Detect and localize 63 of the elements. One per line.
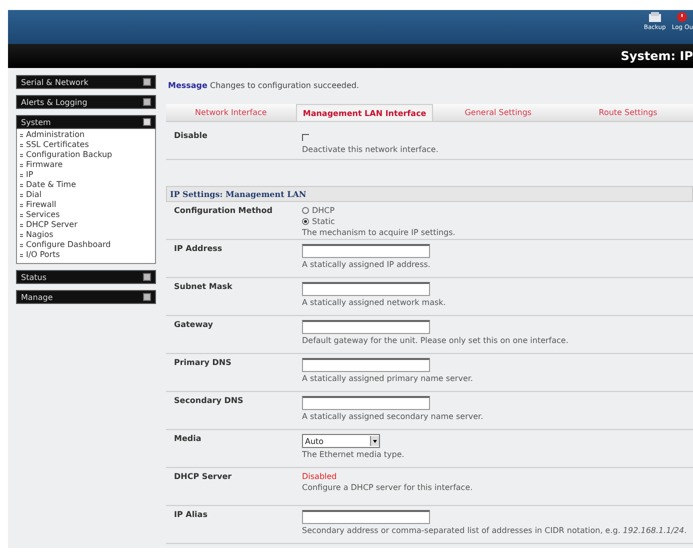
- sidebar-item[interactable]: Administration: [20, 130, 152, 140]
- sidebar-item[interactable]: Configure Dashboard: [20, 240, 152, 250]
- help-text: A statically assigned primary name server.: [302, 374, 473, 383]
- help-text: A statically assigned IP address.: [302, 260, 430, 269]
- help-text: Default gateway for the unit. Please only set this on one interface.: [302, 336, 568, 345]
- tab[interactable]: Network Interface: [166, 104, 296, 121]
- field-label: Subnet Mask: [173, 282, 234, 293]
- sidebar-item[interactable]: Dial: [20, 190, 152, 200]
- checkbox[interactable]: [302, 134, 309, 141]
- help-text: A statically assigned secondary name server.: [302, 412, 484, 421]
- input-field[interactable]: [302, 510, 430, 524]
- sidebar-section-header[interactable]: Serial & Network: [16, 75, 156, 89]
- status-text: Disabled: [302, 472, 337, 481]
- help-text: Configure a DHCP server for this interface.: [302, 483, 473, 492]
- field-label: Primary DNS: [173, 358, 232, 369]
- help-text: A statically assigned network mask.: [302, 298, 446, 307]
- sidebar-item[interactable]: Firmware: [20, 160, 152, 170]
- tab[interactable]: Route Settings: [563, 104, 693, 121]
- input-field[interactable]: [302, 396, 430, 410]
- field-label: Secondary DNS: [173, 396, 244, 407]
- expand-icon[interactable]: [143, 98, 151, 106]
- sidebar-section-header[interactable]: Status: [16, 270, 156, 284]
- expand-icon[interactable]: [143, 273, 151, 281]
- media-dropdown[interactable]: Auto: [302, 434, 380, 448]
- sidebar-item[interactable]: IP: [20, 170, 152, 180]
- input-field[interactable]: [302, 244, 430, 258]
- radio-option[interactable]: Static: [302, 217, 335, 226]
- sidebar-section-header[interactable]: Manage: [16, 290, 156, 304]
- sidebar-item[interactable]: Firewall: [20, 200, 152, 210]
- sidebar-item[interactable]: Nagios: [20, 230, 152, 240]
- power-icon: [675, 12, 690, 22]
- field-label: Gateway: [173, 320, 214, 331]
- help-text: Deactivate this network interface.: [302, 145, 438, 154]
- status-message: Message Changes to configuration succeeded.: [167, 80, 360, 92]
- radio-option[interactable]: DHCP: [302, 206, 335, 215]
- field-label: IP Address: [173, 244, 224, 255]
- help-text: The Ethernet media type.: [302, 450, 404, 459]
- expand-icon[interactable]: [143, 293, 151, 301]
- sidebar-section-header[interactable]: Alerts & Logging: [16, 95, 156, 109]
- field-label: Configuration Method: [173, 206, 274, 217]
- drive-icon: [648, 12, 662, 22]
- tab[interactable]: Management LAN Interface: [296, 104, 434, 121]
- input-field[interactable]: [302, 282, 430, 296]
- input-field[interactable]: [302, 320, 430, 334]
- sidebar-item[interactable]: Configuration Backup: [20, 150, 152, 160]
- help-text: Secondary address or comma-separated list of addresses in CIDR notation, e.g. 192.168.1.1/24.: [302, 526, 687, 535]
- input-field[interactable]: [302, 358, 430, 372]
- sidebar-item[interactable]: DHCP Server: [20, 220, 152, 230]
- page-title: System: IP: [620, 49, 693, 63]
- expand-icon[interactable]: [143, 78, 151, 86]
- sidebar-item[interactable]: Date & Time: [20, 180, 152, 190]
- field-label: Media: [173, 434, 202, 445]
- tab[interactable]: General Settings: [433, 104, 564, 121]
- sidebar-item[interactable]: Services: [20, 210, 152, 220]
- field-label: IP Alias: [173, 510, 208, 521]
- field-label: DHCP Server: [173, 472, 233, 483]
- section-header: IP Settings: Management LAN: [166, 186, 693, 202]
- collapse-icon[interactable]: [143, 118, 151, 126]
- field-label: Disable: [173, 131, 208, 142]
- sidebar-section-header[interactable]: System: [16, 115, 156, 129]
- help-text: The mechanism to acquire IP settings.: [302, 228, 456, 237]
- sidebar-item[interactable]: SSL Certificates: [20, 140, 152, 150]
- sidebar-item[interactable]: I/O Ports: [20, 250, 152, 260]
